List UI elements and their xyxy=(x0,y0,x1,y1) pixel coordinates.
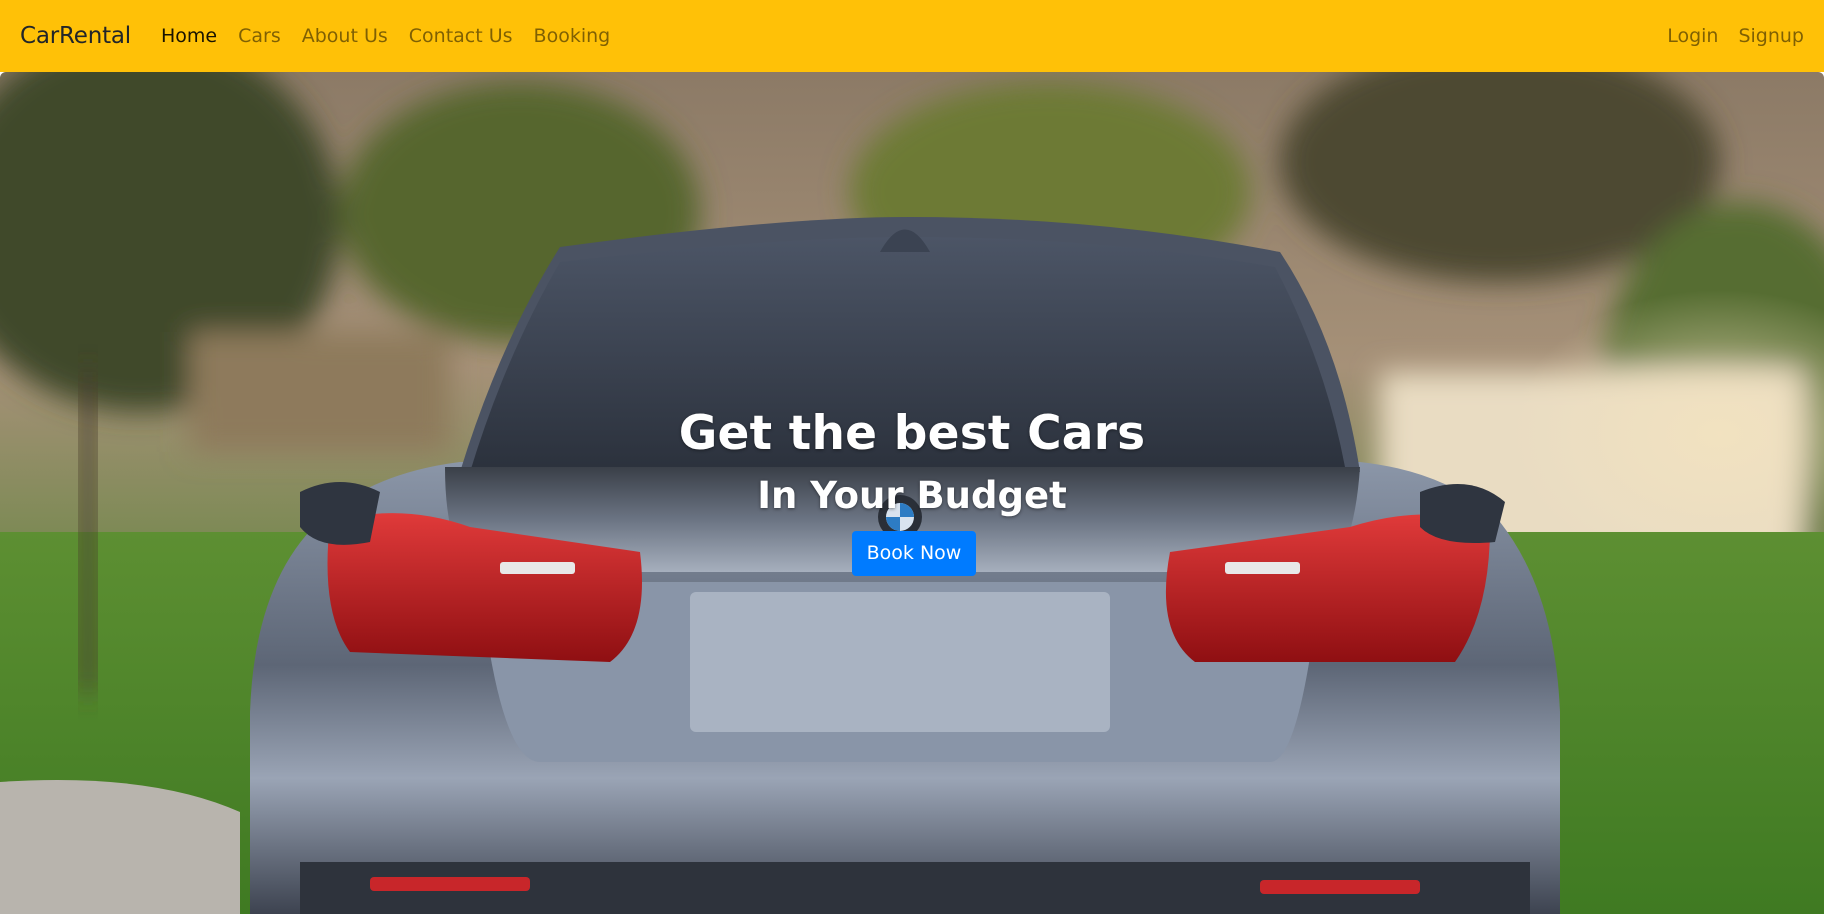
nav-auth-links: Login Signup xyxy=(1667,25,1804,47)
hero-content: Get the best Cars In Your Budget Book No… xyxy=(0,72,1824,914)
nav-links: Home Cars About Us Contact Us Booking xyxy=(161,25,610,47)
nav-link-about-us[interactable]: About Us xyxy=(302,25,388,47)
nav-link-booking[interactable]: Booking xyxy=(534,25,611,47)
book-now-button[interactable]: Book Now xyxy=(852,531,976,576)
brand-logo-link[interactable]: CarRental xyxy=(20,23,131,49)
hero-subtitle: In Your Budget xyxy=(757,474,1067,517)
hero-section: Get the best Cars In Your Budget Book No… xyxy=(0,72,1824,914)
nav-link-login[interactable]: Login xyxy=(1667,25,1718,47)
navbar: CarRental Home Cars About Us Contact Us … xyxy=(0,0,1824,72)
nav-link-contact-us[interactable]: Contact Us xyxy=(409,25,513,47)
nav-link-home[interactable]: Home xyxy=(161,25,217,47)
nav-link-cars[interactable]: Cars xyxy=(238,25,281,47)
hero-title: Get the best Cars xyxy=(678,406,1146,461)
nav-link-signup[interactable]: Signup xyxy=(1738,25,1804,47)
